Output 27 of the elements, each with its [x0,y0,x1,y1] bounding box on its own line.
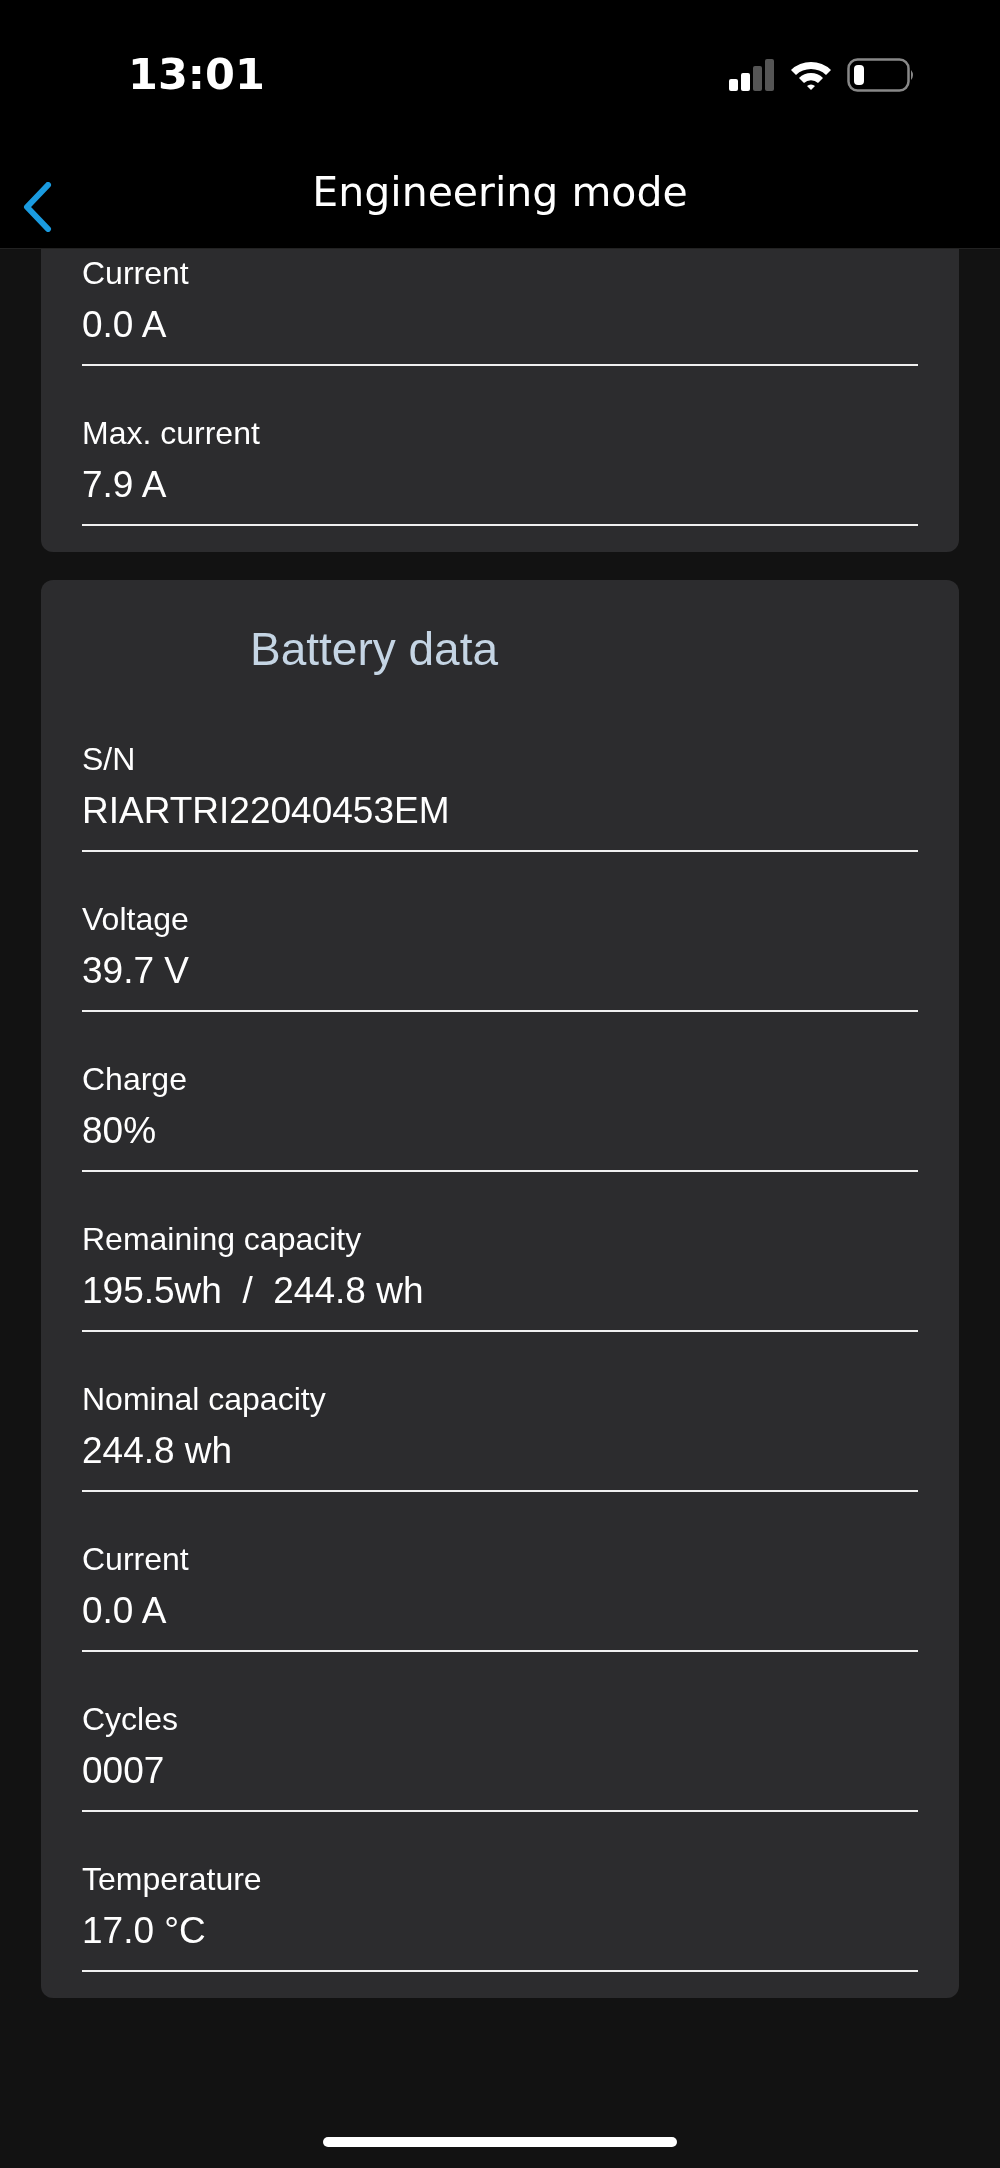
card-title: Battery data [249,622,500,677]
field-value: 0007 [82,1749,165,1793]
signal-icon [729,59,775,91]
wifi-icon [789,59,833,91]
field-value: 17.0 °C [82,1909,206,1953]
field-value: 0.0 A [82,1589,167,1633]
back-icon[interactable] [22,182,52,232]
status-time: 13:01 [128,49,265,99]
field-label: Max. current [82,414,260,453]
field-label: Current [82,254,189,293]
field-value: 39.7 V [82,949,189,993]
field-label: Nominal capacity [82,1380,326,1419]
field-label: Charge [82,1060,187,1099]
field-value: 0.0 A [82,303,167,347]
field-value: 195.5wh / 244.8 wh [82,1269,424,1313]
field-value: RIARTRI22040453EM [82,789,450,833]
battery-icon [847,58,915,92]
field-label: Remaining capacity [82,1220,362,1259]
field-label: Voltage [82,900,189,939]
screen-title: Engineering mode [312,168,688,216]
field-label: Temperature [82,1860,262,1899]
field-value: 80% [82,1109,157,1153]
field-value: 244.8 wh [82,1429,233,1473]
field-label: Current [82,1540,189,1579]
field-label: Cycles [82,1700,178,1739]
field-label: S/N [82,740,136,779]
field-value: 7.9 A [82,463,167,507]
